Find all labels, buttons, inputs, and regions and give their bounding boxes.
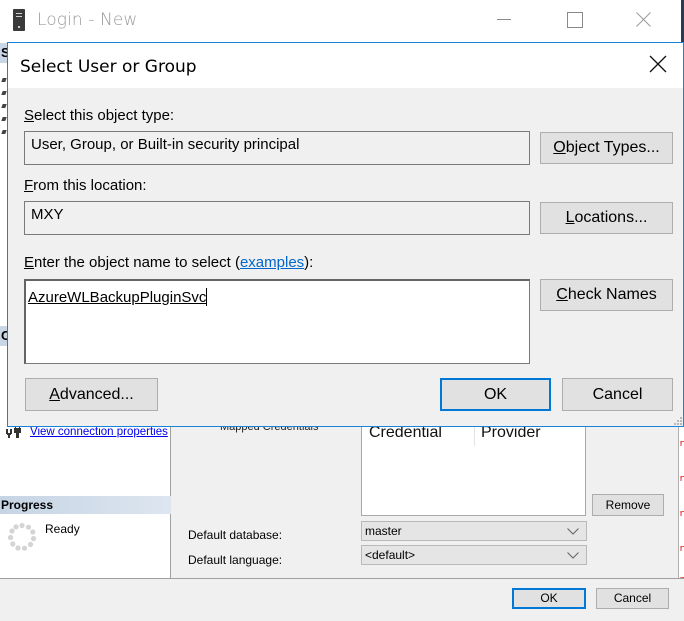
locations-button[interactable]: Locations... (540, 202, 673, 234)
error-marker: r (679, 439, 684, 449)
select-user-or-group-dialog: Select User or Group Select this object … (7, 42, 684, 427)
default-language-value: <default> (365, 548, 416, 562)
progress-status: Ready (45, 522, 80, 536)
progress-header: Progress (0, 496, 171, 514)
credentials-table[interactable]: Credential Provider (361, 420, 586, 516)
location-field: MXY (24, 201, 530, 235)
close-icon (649, 55, 667, 73)
dialog-ok-button[interactable]: OK (440, 378, 551, 411)
object-types-button[interactable]: Object Types... (540, 132, 673, 164)
object-name-input[interactable]: AzureWLBackupPluginSvc (24, 279, 530, 364)
connection-properties-row: View connection properties (6, 426, 168, 438)
login-window-title: Login - New (37, 10, 138, 30)
login-titlebar: Login - New (0, 0, 684, 42)
advanced-button[interactable]: Advanced... (25, 378, 158, 411)
check-names-button[interactable]: Check Names (540, 279, 673, 311)
location-label: From this location: (24, 177, 147, 194)
view-connection-properties-link[interactable]: View connection properties (30, 426, 168, 438)
default-database-label: Default database: (188, 528, 283, 542)
default-language-select[interactable]: <default> (361, 545, 587, 565)
object-type-field: User, Group, or Built-in security princi… (24, 131, 530, 165)
dialog-cancel-button[interactable]: Cancel (562, 378, 673, 411)
dialog-titlebar: Select User or Group (8, 43, 683, 88)
error-marker: r (679, 509, 684, 519)
chevron-down-icon (567, 528, 579, 535)
minimize-button[interactable] (480, 0, 526, 40)
default-database-select[interactable]: master (361, 521, 587, 541)
server-icon (13, 9, 25, 31)
dialog-close-button[interactable] (649, 55, 671, 77)
login-cancel-button[interactable]: Cancel (596, 588, 669, 609)
object-name-value: AzureWLBackupPluginSvc (28, 289, 207, 306)
text-caret (206, 288, 208, 306)
default-language-label: Default language: (188, 553, 283, 567)
maximize-button[interactable] (550, 0, 596, 40)
window-close-button[interactable] (620, 0, 666, 40)
login-ok-button[interactable]: OK (512, 588, 586, 609)
object-type-label: Select this object type: (24, 107, 175, 124)
resize-grip-icon[interactable] (674, 417, 682, 425)
examples-link[interactable]: examples (240, 254, 304, 271)
remove-button[interactable]: Remove (592, 494, 664, 516)
object-name-label: Enter the object name to select (example… (24, 254, 314, 271)
chevron-down-icon (567, 552, 579, 559)
error-marker: r (679, 544, 684, 554)
close-icon (636, 12, 651, 27)
error-marker: r (679, 474, 684, 484)
dialog-title: Select User or Group (20, 57, 197, 77)
default-database-value: master (365, 524, 402, 538)
plug-icon (6, 426, 22, 438)
progress-spinner-icon (7, 522, 37, 551)
